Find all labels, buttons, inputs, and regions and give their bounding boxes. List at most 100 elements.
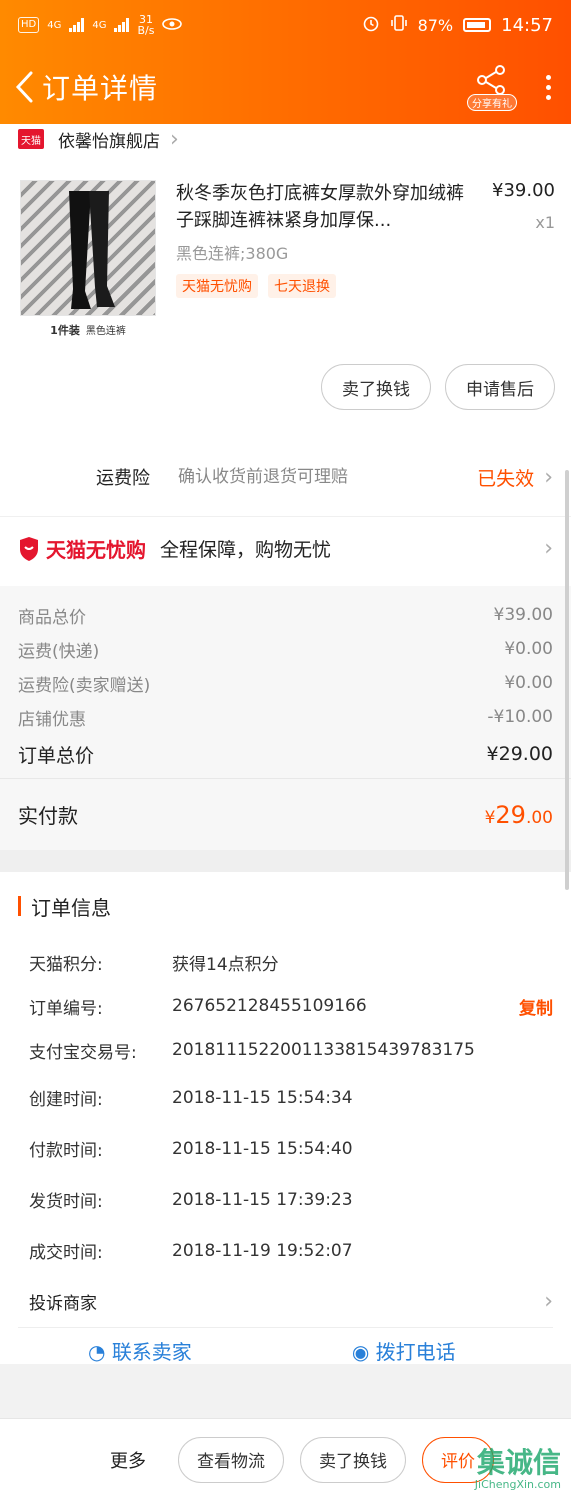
price-label: 运费险(卖家赠送) (18, 675, 151, 696)
paid-amount: ¥29.00 (485, 801, 553, 829)
info-label: 创建时间: (29, 1090, 103, 1110)
item-actions: 卖了换钱 申请售后 (0, 364, 571, 438)
network-speed: 31 B/s (137, 14, 154, 36)
tag-7day-return: 七天退换 (268, 274, 336, 298)
shop-name: 依馨怡旗舰店 (58, 131, 160, 152)
scrollbar[interactable] (565, 470, 569, 890)
info-label: 支付宝交易号: (29, 1042, 137, 1063)
guarantee-text: 全程保障，购物无忧 (160, 539, 332, 561)
page-title: 订单详情 (42, 72, 159, 105)
contact-seller-label: 联系卖家 (111, 1340, 192, 1364)
product-quantity: x1 (535, 213, 555, 232)
product-price: ¥39.00 (492, 180, 555, 201)
tmall-logo-icon: 天猫 (18, 129, 44, 149)
insurance-label: 运费险 (96, 468, 150, 489)
view-logistics-button[interactable]: 查看物流 (178, 1436, 284, 1483)
product-thumbnail[interactable] (20, 180, 156, 316)
info-value: 2018-11-19 19:52:07 (172, 1240, 353, 1261)
guarantee-row[interactable]: 天猫无忧购 全程保障，购物无忧 › (0, 516, 571, 580)
order-total-value: ¥29.00 (486, 743, 553, 765)
info-label: 成交时间: (29, 1243, 103, 1263)
alipay-trade-row: 支付宝交易号: 2018111522001133815439783175 (18, 1028, 553, 1072)
complaint-label: 投诉商家 (29, 1294, 97, 1314)
order-total-row: 订单总价 ¥29.00 (18, 734, 553, 774)
clock-time: 14:57 (501, 14, 553, 36)
watermark-logo: 集诚信 JiChengXin.com (451, 1448, 561, 1496)
info-value: 2018-11-15 15:54:34 (172, 1087, 353, 1108)
watermark-sub: JiChengXin.com (474, 1478, 561, 1491)
more-actions-button[interactable]: 更多 (110, 1447, 146, 1473)
hd-badge: HD (18, 17, 40, 33)
battery-icon (463, 18, 492, 32)
order-detail-content: 天猫 依馨怡旗舰店 › 1件装 黑色连裤 秋冬季灰色打底裤女厚款外穿加绒裤子踩脚连… (0, 124, 571, 1364)
tmall-worryfree-logo: 天猫无忧购 (18, 534, 146, 563)
back-arrow-icon[interactable] (10, 67, 38, 107)
battery-percent: 87% (417, 15, 454, 35)
network-4g-label: 4G (47, 19, 62, 31)
order-total-label: 订单总价 (18, 744, 95, 767)
paid-currency: ¥ (484, 807, 496, 828)
price-row: 商品总价 ¥39.00 (18, 598, 553, 632)
order-number: 267652128455109166 (172, 996, 367, 1016)
share-button[interactable]: 分享有礼 (465, 64, 519, 111)
info-label: 发货时间: (29, 1192, 103, 1212)
color-label: 黑色连裤 (85, 326, 126, 337)
order-info-section: 订单信息 天猫积分: 获得14点积分 订单编号: 26765212845510916… (0, 872, 571, 1364)
price-label: 店铺优惠 (18, 709, 86, 730)
order-item[interactable]: 1件装 黑色连裤 秋冬季灰色打底裤女厚款外穿加绒裤子踩脚连裤袜紧身加厚保... 黑… (0, 154, 571, 364)
guarantee-brand: 天猫无忧购 (46, 538, 146, 562)
points-row: 天猫积分: 获得14点积分 (18, 940, 553, 984)
info-value: 2018111522001133815439783175 (172, 1040, 475, 1060)
product-sku: 黑色连裤;380G (176, 244, 289, 263)
price-label: 运费(快递) (18, 641, 100, 662)
complaint-row[interactable]: 投诉商家 › (18, 1276, 553, 1328)
product-title: 秋冬季灰色打底裤女厚款外穿加绒裤子踩脚连裤袜紧身加厚保... (176, 183, 464, 231)
chevron-right-icon: › (544, 464, 553, 490)
deal-time-row: 成交时间: 2018-11-19 19:52:07 (18, 1225, 553, 1276)
shipping-insurance-row[interactable]: 运费险 确认收货前退货可理赔 已失效 › (0, 438, 571, 516)
price-label: 商品总价 (18, 607, 86, 628)
price-row: 运费险(卖家赠送) ¥0.00 (18, 666, 553, 700)
info-label: 订单编号: (29, 998, 103, 1019)
price-value: ¥39.00 (493, 605, 553, 625)
info-label: 付款时间: (29, 1141, 103, 1161)
shield-icon (20, 536, 38, 561)
contact-seller-button[interactable]: ◔ 联系卖家 (88, 1336, 192, 1364)
order-info-title: 订单信息 (31, 895, 111, 920)
info-value: 获得14点积分 (172, 954, 279, 975)
more-menu-icon[interactable] (543, 74, 553, 100)
price-row: 运费(快递) ¥0.00 (18, 632, 553, 666)
price-value: ¥0.00 (504, 639, 553, 659)
nav-bar: 订单详情 分享有礼 (0, 50, 571, 124)
resell-button[interactable]: 卖了换钱 (321, 364, 431, 410)
created-time-row: 创建时间: 2018-11-15 15:54:34 (18, 1072, 553, 1123)
contact-row: ◔ 联系卖家 ◉ 拨打电话 (18, 1328, 553, 1364)
share-label: 分享有礼 (467, 93, 517, 111)
tag-worry-free: 天猫无忧购 (176, 274, 258, 298)
app-header: HD 4G 4G 31 B/s 87% 14:57 订单详情 分享有礼 (0, 0, 571, 124)
chat-icon: ◔ (88, 1340, 112, 1364)
shop-row[interactable]: 天猫 依馨怡旗舰店 › (0, 124, 571, 154)
paid-integer: 29 (495, 800, 526, 829)
resell-bottom-button[interactable]: 卖了换钱 (300, 1436, 406, 1483)
chevron-right-icon: › (544, 1289, 553, 1314)
after-sale-button[interactable]: 申请售后 (445, 364, 555, 410)
shipped-time-row: 发货时间: 2018-11-15 17:39:23 (18, 1174, 553, 1225)
copy-button[interactable]: 复制 (519, 994, 553, 1019)
signal-icon-2 (114, 18, 130, 32)
price-value: ¥0.00 (504, 673, 553, 693)
paid-decimal: .00 (525, 807, 553, 828)
phone-icon: ◉ (351, 1340, 376, 1364)
speed-unit: B/s (137, 24, 155, 37)
status-bar: HD 4G 4G 31 B/s 87% 14:57 (0, 0, 571, 50)
order-number-row: 订单编号: 267652128455109166 复制 (18, 984, 553, 1028)
call-phone-button[interactable]: ◉ 拨打电话 (352, 1336, 456, 1364)
info-label: 天猫积分: (29, 954, 103, 975)
insurance-status: 已失效 (477, 467, 535, 490)
paid-row: 实付款 ¥29.00 (0, 778, 571, 850)
alarm-icon (362, 14, 380, 36)
insurance-desc: 确认收货前退货可理赔 (178, 467, 348, 487)
call-phone-label: 拨打电话 (375, 1340, 456, 1364)
info-value: 2018-11-15 15:54:40 (172, 1138, 353, 1159)
chevron-right-icon: › (544, 536, 553, 561)
